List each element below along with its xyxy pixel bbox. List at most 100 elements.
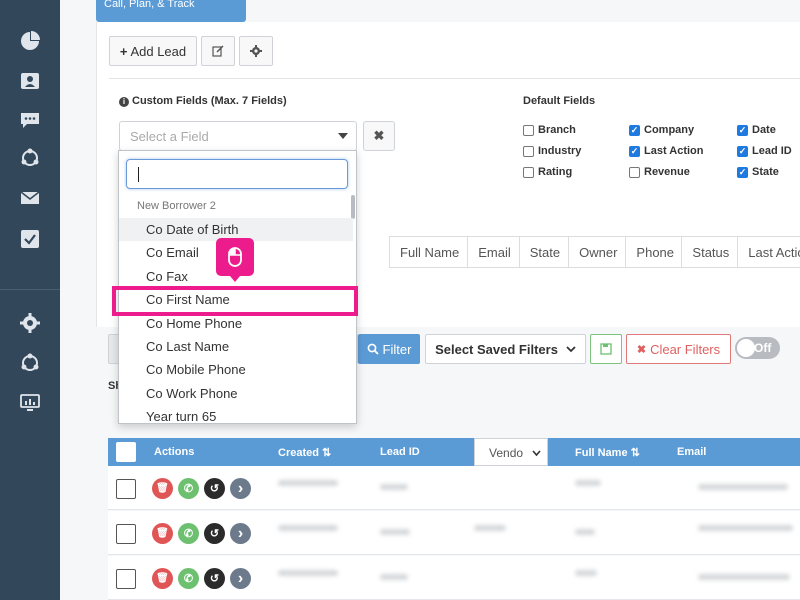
dropdown-search-input[interactable] [126,159,348,189]
dropdown-option[interactable]: Year turn 65 [119,405,353,423]
checkbox[interactable] [523,166,534,178]
dropdown-option[interactable]: Co Last Name [119,335,353,358]
vendor-select[interactable]: Vendo [474,438,548,466]
phone-icon[interactable]: ✆ [178,568,199,589]
text-cursor [138,167,139,182]
checkbox[interactable] [629,166,640,178]
checkbox[interactable] [523,145,534,157]
chevron-right-icon[interactable]: › [230,523,251,544]
saved-filters-label: Select Saved Filters [435,341,558,357]
save-filter-button[interactable] [590,334,622,364]
default-fields-title: Default Fields [523,95,596,107]
network-icon[interactable] [20,148,40,168]
plus-icon: + [119,43,128,59]
gear-icon [250,45,262,57]
header-created[interactable]: Created ⇅ [278,446,331,459]
default-field-item[interactable]: ✓ State [737,166,779,178]
row-checkbox[interactable] [116,524,136,544]
filter-button[interactable]: Filter [358,334,420,364]
default-field-item[interactable]: Industry [523,145,581,157]
toggle-label: Off [754,341,772,355]
dropdown-option[interactable]: Co Mobile Phone [119,358,353,381]
checkbox[interactable]: ✓ [737,145,748,157]
tab-label: Call, Plan, & Track [104,0,195,10]
dropdown-option[interactable]: Co Work Phone [119,382,353,405]
default-field-label: Branch [538,124,576,136]
custom-fields-title: i Custom Fields (Max. 7 Fields) [119,95,287,107]
column-preview-header: Full Name Email State Owner Phone Status Last … [389,236,800,268]
default-field-item[interactable]: ✓ Lead ID [737,145,792,157]
edit-icon [212,45,224,57]
filter-label: Filter [382,341,412,357]
default-field-label: Company [644,124,695,136]
default-field-label: Last Action [644,145,704,157]
history-icon[interactable]: ↺ [204,478,225,499]
default-field-item[interactable]: Rating [523,166,572,178]
custom-field-select[interactable]: Select a Field [119,121,357,151]
gear-icon[interactable] [20,313,40,333]
default-field-item[interactable]: ✓ Last Action [629,145,704,157]
network-icon[interactable] [20,353,40,373]
header-email: Email [677,446,707,458]
phone-icon[interactable]: ✆ [178,478,199,499]
checkbox[interactable]: ✓ [737,166,748,178]
default-field-item[interactable]: Branch [523,124,576,136]
column-preview-cell: Owner [568,237,625,267]
task-check-icon[interactable] [20,229,40,249]
history-icon[interactable]: ↺ [204,568,225,589]
settings-button[interactable] [239,36,273,66]
sidebar [0,0,60,600]
default-field-label: Date [752,124,776,136]
header-actions: Actions [154,446,195,458]
delete-icon[interactable]: 🗑 [152,568,173,589]
default-field-label: Lead ID [752,145,792,157]
dropdown-group-label: New Borrower 2 [137,200,216,212]
mail-icon[interactable] [20,188,40,208]
tab-call-plan-track[interactable]: Call, Plan, & Track [96,0,246,22]
sidebar-divider [0,289,60,290]
redacted-cell [380,484,408,490]
clear-field-button[interactable]: ✖ [363,121,395,151]
toggle-switch[interactable]: Off [735,337,780,359]
table-row: 🗑 ✆ ↺ › [108,556,800,600]
default-field-label: State [752,166,779,178]
delete-icon[interactable]: 🗑 [152,478,173,499]
contact-card-icon[interactable] [20,71,40,91]
default-field-item[interactable]: ✓ Company [629,124,694,136]
phone-icon[interactable]: ✆ [178,523,199,544]
clear-filters-button[interactable]: ✖ Clear Filters [626,334,731,364]
edit-button[interactable] [201,36,235,66]
add-lead-button[interactable]: + Add Lead [109,36,197,66]
chevron-down-icon [532,450,541,457]
toggle-knob [737,339,755,357]
history-icon[interactable]: ↺ [204,523,225,544]
checkbox[interactable]: ✓ [629,124,640,136]
saved-filters-select[interactable]: Select Saved Filters [425,334,586,364]
leads-table-header: Actions Created ⇅ Lead ID Vendo Full Nam… [108,438,800,466]
column-preview-cell: Last Action [737,237,800,267]
redacted-cell [698,574,790,580]
vendor-select-label: Vendo [489,446,524,460]
monitor-chart-icon[interactable] [20,393,40,413]
default-field-item[interactable]: Revenue [629,166,690,178]
default-field-item[interactable]: ✓ Date [737,124,776,136]
chevron-down-icon [566,346,576,353]
chat-icon[interactable] [20,110,40,130]
search-icon [367,343,379,355]
checkbox[interactable]: ✓ [629,145,640,157]
row-checkbox[interactable] [116,569,136,589]
checkbox[interactable] [523,124,534,136]
chevron-right-icon[interactable]: › [230,568,251,589]
delete-icon[interactable]: 🗑 [152,523,173,544]
dropdown-scrollbar[interactable] [351,195,355,219]
header-full-name[interactable]: Full Name ⇅ [575,446,640,459]
info-icon: i [119,97,129,107]
select-all-checkbox[interactable] [116,442,136,462]
highlight-box [112,286,358,316]
pie-chart-icon[interactable] [20,31,40,51]
column-preview-cell: Email [467,237,519,267]
checkbox[interactable]: ✓ [737,124,748,136]
row-checkbox[interactable] [116,479,136,499]
chevron-right-icon[interactable]: › [230,478,251,499]
add-lead-label: Add Lead [130,43,187,59]
